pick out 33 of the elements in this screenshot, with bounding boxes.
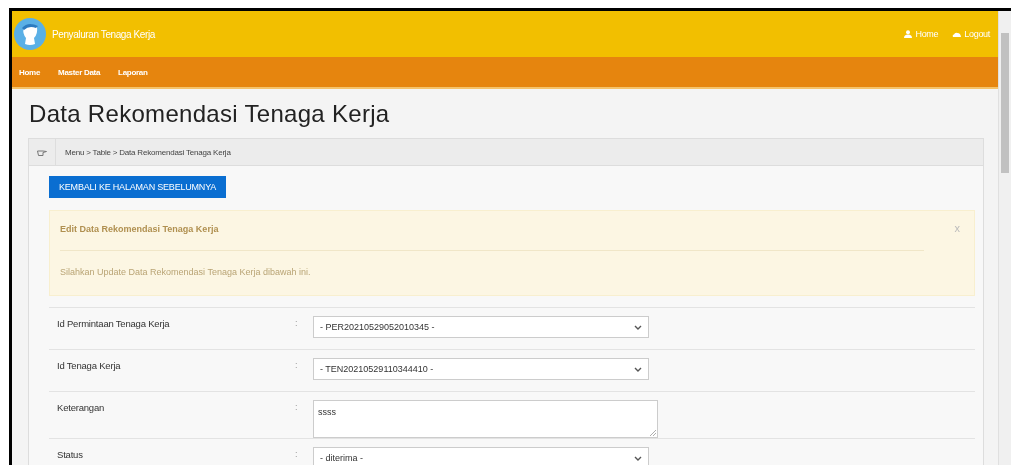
alert-message: Silahkan Update Data Rekomendasi Tenaga Kerja dibawah ini.: [60, 267, 311, 277]
hand-pointer-icon: [37, 148, 47, 156]
alert-title: Edit Data Rekomendasi Tenaga Kerja: [60, 224, 219, 234]
close-button[interactable]: x: [948, 221, 966, 235]
scrollbar[interactable]: [998, 11, 1011, 465]
colon: :: [295, 448, 299, 459]
chevron-down-icon: [634, 455, 642, 461]
colon: :: [295, 317, 299, 328]
nav-link[interactable]: Home: [19, 67, 41, 77]
select-field[interactable]: - PER20210529052010345 -: [313, 316, 649, 338]
page-title: Data Rekomendasi Tenaga Kerja: [29, 100, 391, 128]
field-label: Status: [56, 448, 84, 460]
select-field[interactable]: - TEN20210529110344410 -: [313, 358, 649, 380]
avatar-logo-icon: [14, 18, 46, 50]
back-button[interactable]: KEMBALI KE HALAMAN SEBELUMNYA: [49, 176, 227, 198]
field-label: Id Tenaga Kerja: [56, 359, 122, 371]
chevron-down-icon: [634, 366, 642, 372]
app-title: Penyaluran Tenaga Kerja: [52, 28, 155, 40]
select-field[interactable]: - diterima -: [313, 447, 649, 465]
colon: :: [295, 359, 299, 370]
field-label: Id Permintaan Tenaga Kerja: [56, 317, 171, 329]
user-icon: [904, 30, 913, 38]
cloud-icon: [952, 31, 962, 37]
field-label: Keterangan: [56, 401, 106, 413]
colon: :: [295, 401, 299, 412]
resize-grip-icon: [650, 430, 656, 436]
breadcrumb: Menu > Table > Data Rekomendasi Tenaga Kerja: [64, 147, 231, 157]
header-link[interactable]: Home: [904, 29, 939, 39]
chevron-down-icon: [634, 324, 642, 330]
text-area[interactable]: ssss: [313, 400, 658, 438]
nav-link[interactable]: Laporan: [118, 67, 148, 77]
nav-link[interactable]: Master Data: [58, 67, 101, 77]
header-link[interactable]: Logout: [952, 29, 990, 39]
